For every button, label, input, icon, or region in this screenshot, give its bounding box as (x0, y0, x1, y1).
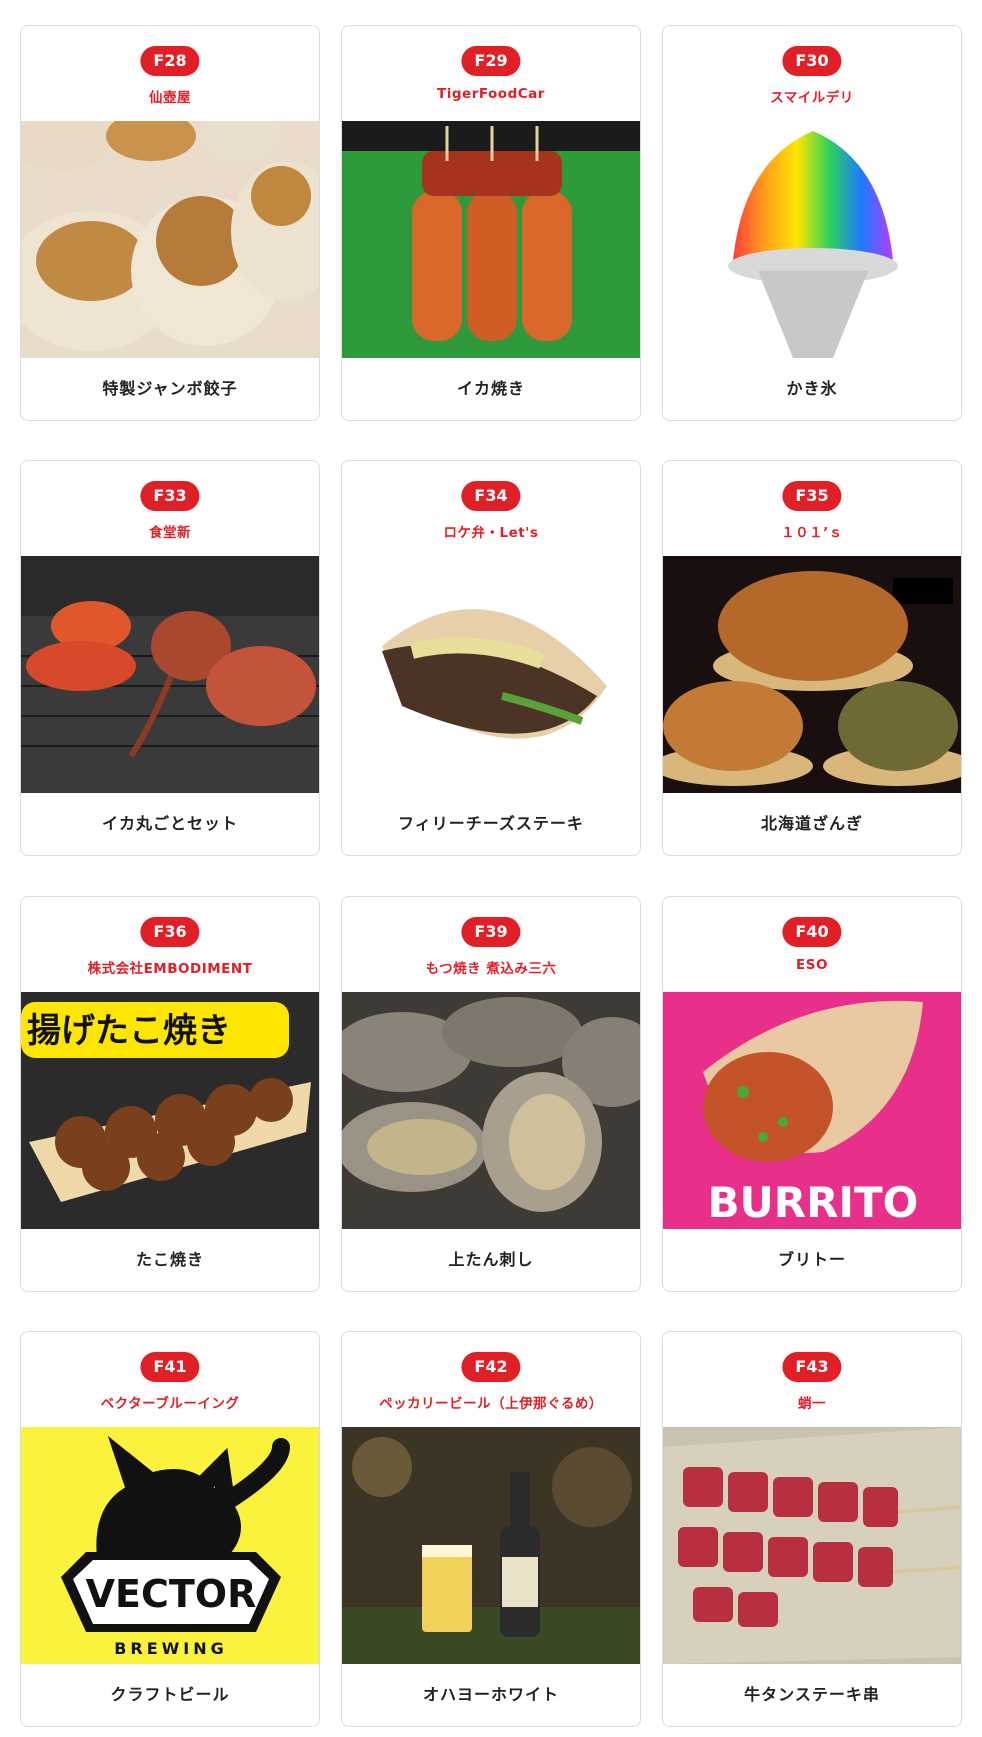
item-name: イカ焼き (456, 379, 525, 398)
shop-name: TigerFoodCar (437, 86, 545, 102)
vendor-card-f35[interactable]: F35 １０１’ｓ 北海道ざんぎ (662, 460, 962, 856)
food-photo-burrito: BURRITO (663, 992, 961, 1229)
booth-badge: F42 (461, 1352, 521, 1382)
shop-name: 食堂新 (149, 525, 191, 541)
booth-badge: F33 (140, 481, 200, 511)
vendor-card-f33[interactable]: F33 食堂新 イカ丸ごとセット (20, 460, 320, 856)
item-name: 北海道ざんぎ (760, 814, 863, 833)
booth-badge: F29 (461, 46, 521, 76)
vendor-card-f28[interactable]: F28 仙壺屋 特製ジャンボ餃子 (20, 25, 320, 421)
shop-name: ペッカリービール（上伊那ぐるめ） (379, 1396, 603, 1412)
booth-badge: F40 (782, 917, 842, 947)
vendor-card-f40[interactable]: F40 ESO BURRITO ブリトー (662, 896, 962, 1292)
vendor-card-f41[interactable]: F41 ベクターブルーイング VECTOR BREWING クラフトビール (20, 1331, 320, 1727)
vendor-card-f43[interactable]: F43 蛸一 牛タンステーキ串 (662, 1331, 962, 1727)
item-name: 上たん刺し (448, 1250, 534, 1269)
item-name: クラフトビール (110, 1685, 230, 1704)
shop-name: スマイルデリ (770, 90, 854, 106)
item-name: ブリトー (777, 1250, 846, 1269)
food-photo-gyoza (21, 121, 319, 358)
shop-name: １０１’ｓ (781, 525, 843, 541)
banner-text: 揚げたこ焼き (27, 1011, 231, 1051)
booth-badge: F35 (782, 481, 842, 511)
vendor-card-f39[interactable]: F39 もつ焼き 煮込み三六 上たん刺し (341, 896, 641, 1292)
booth-badge: F36 (140, 917, 200, 947)
vendor-card-f34[interactable]: F34 ロケ弁・Let's フィリーチーズステーキ (341, 460, 641, 856)
item-name: かき氷 (786, 379, 838, 398)
vector-logo-text: VECTOR (86, 1572, 257, 1616)
food-photo-ika-yaki (342, 121, 640, 358)
shop-name: もつ焼き 煮込み三六 (425, 961, 557, 977)
burrito-logo-text: BURRITO (708, 1178, 919, 1227)
item-name: 特製ジャンボ餃子 (102, 379, 238, 398)
vendor-card-f29[interactable]: F29 TigerFoodCar イカ焼き (341, 25, 641, 421)
food-photo-beer (342, 1427, 640, 1664)
food-photo-philly (342, 556, 640, 793)
booth-badge: F28 (140, 46, 200, 76)
booth-badge: F41 (140, 1352, 200, 1382)
food-photo-oyster (342, 992, 640, 1229)
shop-name: ESO (796, 957, 828, 973)
food-photo-takoyaki: 揚げたこ焼き (21, 992, 319, 1229)
booth-badge: F43 (782, 1352, 842, 1382)
vendor-card-f30[interactable]: F30 スマイルデリ かき氷 (662, 25, 962, 421)
item-name: たこ焼き (135, 1250, 204, 1269)
vendor-card-f42[interactable]: F42 ペッカリービール（上伊那ぐるめ） オハヨーホワイト (341, 1331, 641, 1727)
vendor-grid: F28 仙壺屋 特製ジャンボ餃子 F29 TigerFoodCar イカ焼き F… (0, 0, 982, 1737)
food-photo-vector-logo: VECTOR BREWING (21, 1427, 319, 1664)
shop-name: ロケ弁・Let's (443, 525, 539, 541)
food-photo-ika-set (21, 556, 319, 793)
shop-name: 株式会社EMBODIMENT (87, 961, 253, 977)
food-photo-zangi (663, 556, 961, 793)
shop-name: 蛸一 (798, 1396, 826, 1412)
food-photo-kakigori (663, 121, 961, 358)
item-name: イカ丸ごとセット (101, 814, 238, 833)
shop-name: ベクターブルーイング (100, 1396, 240, 1412)
shop-name: 仙壺屋 (149, 90, 191, 106)
item-name: オハヨーホワイト (422, 1685, 559, 1704)
item-name: フィリーチーズステーキ (398, 814, 584, 833)
food-photo-gyutan (663, 1427, 961, 1664)
booth-badge: F34 (461, 481, 521, 511)
booth-badge: F39 (461, 917, 521, 947)
vector-logo-subtext: BREWING (114, 1639, 228, 1658)
vendor-card-f36[interactable]: F36 株式会社EMBODIMENT 揚げたこ焼き たこ焼き (20, 896, 320, 1292)
booth-badge: F30 (782, 46, 842, 76)
item-name: 牛タンステーキ串 (744, 1685, 880, 1704)
